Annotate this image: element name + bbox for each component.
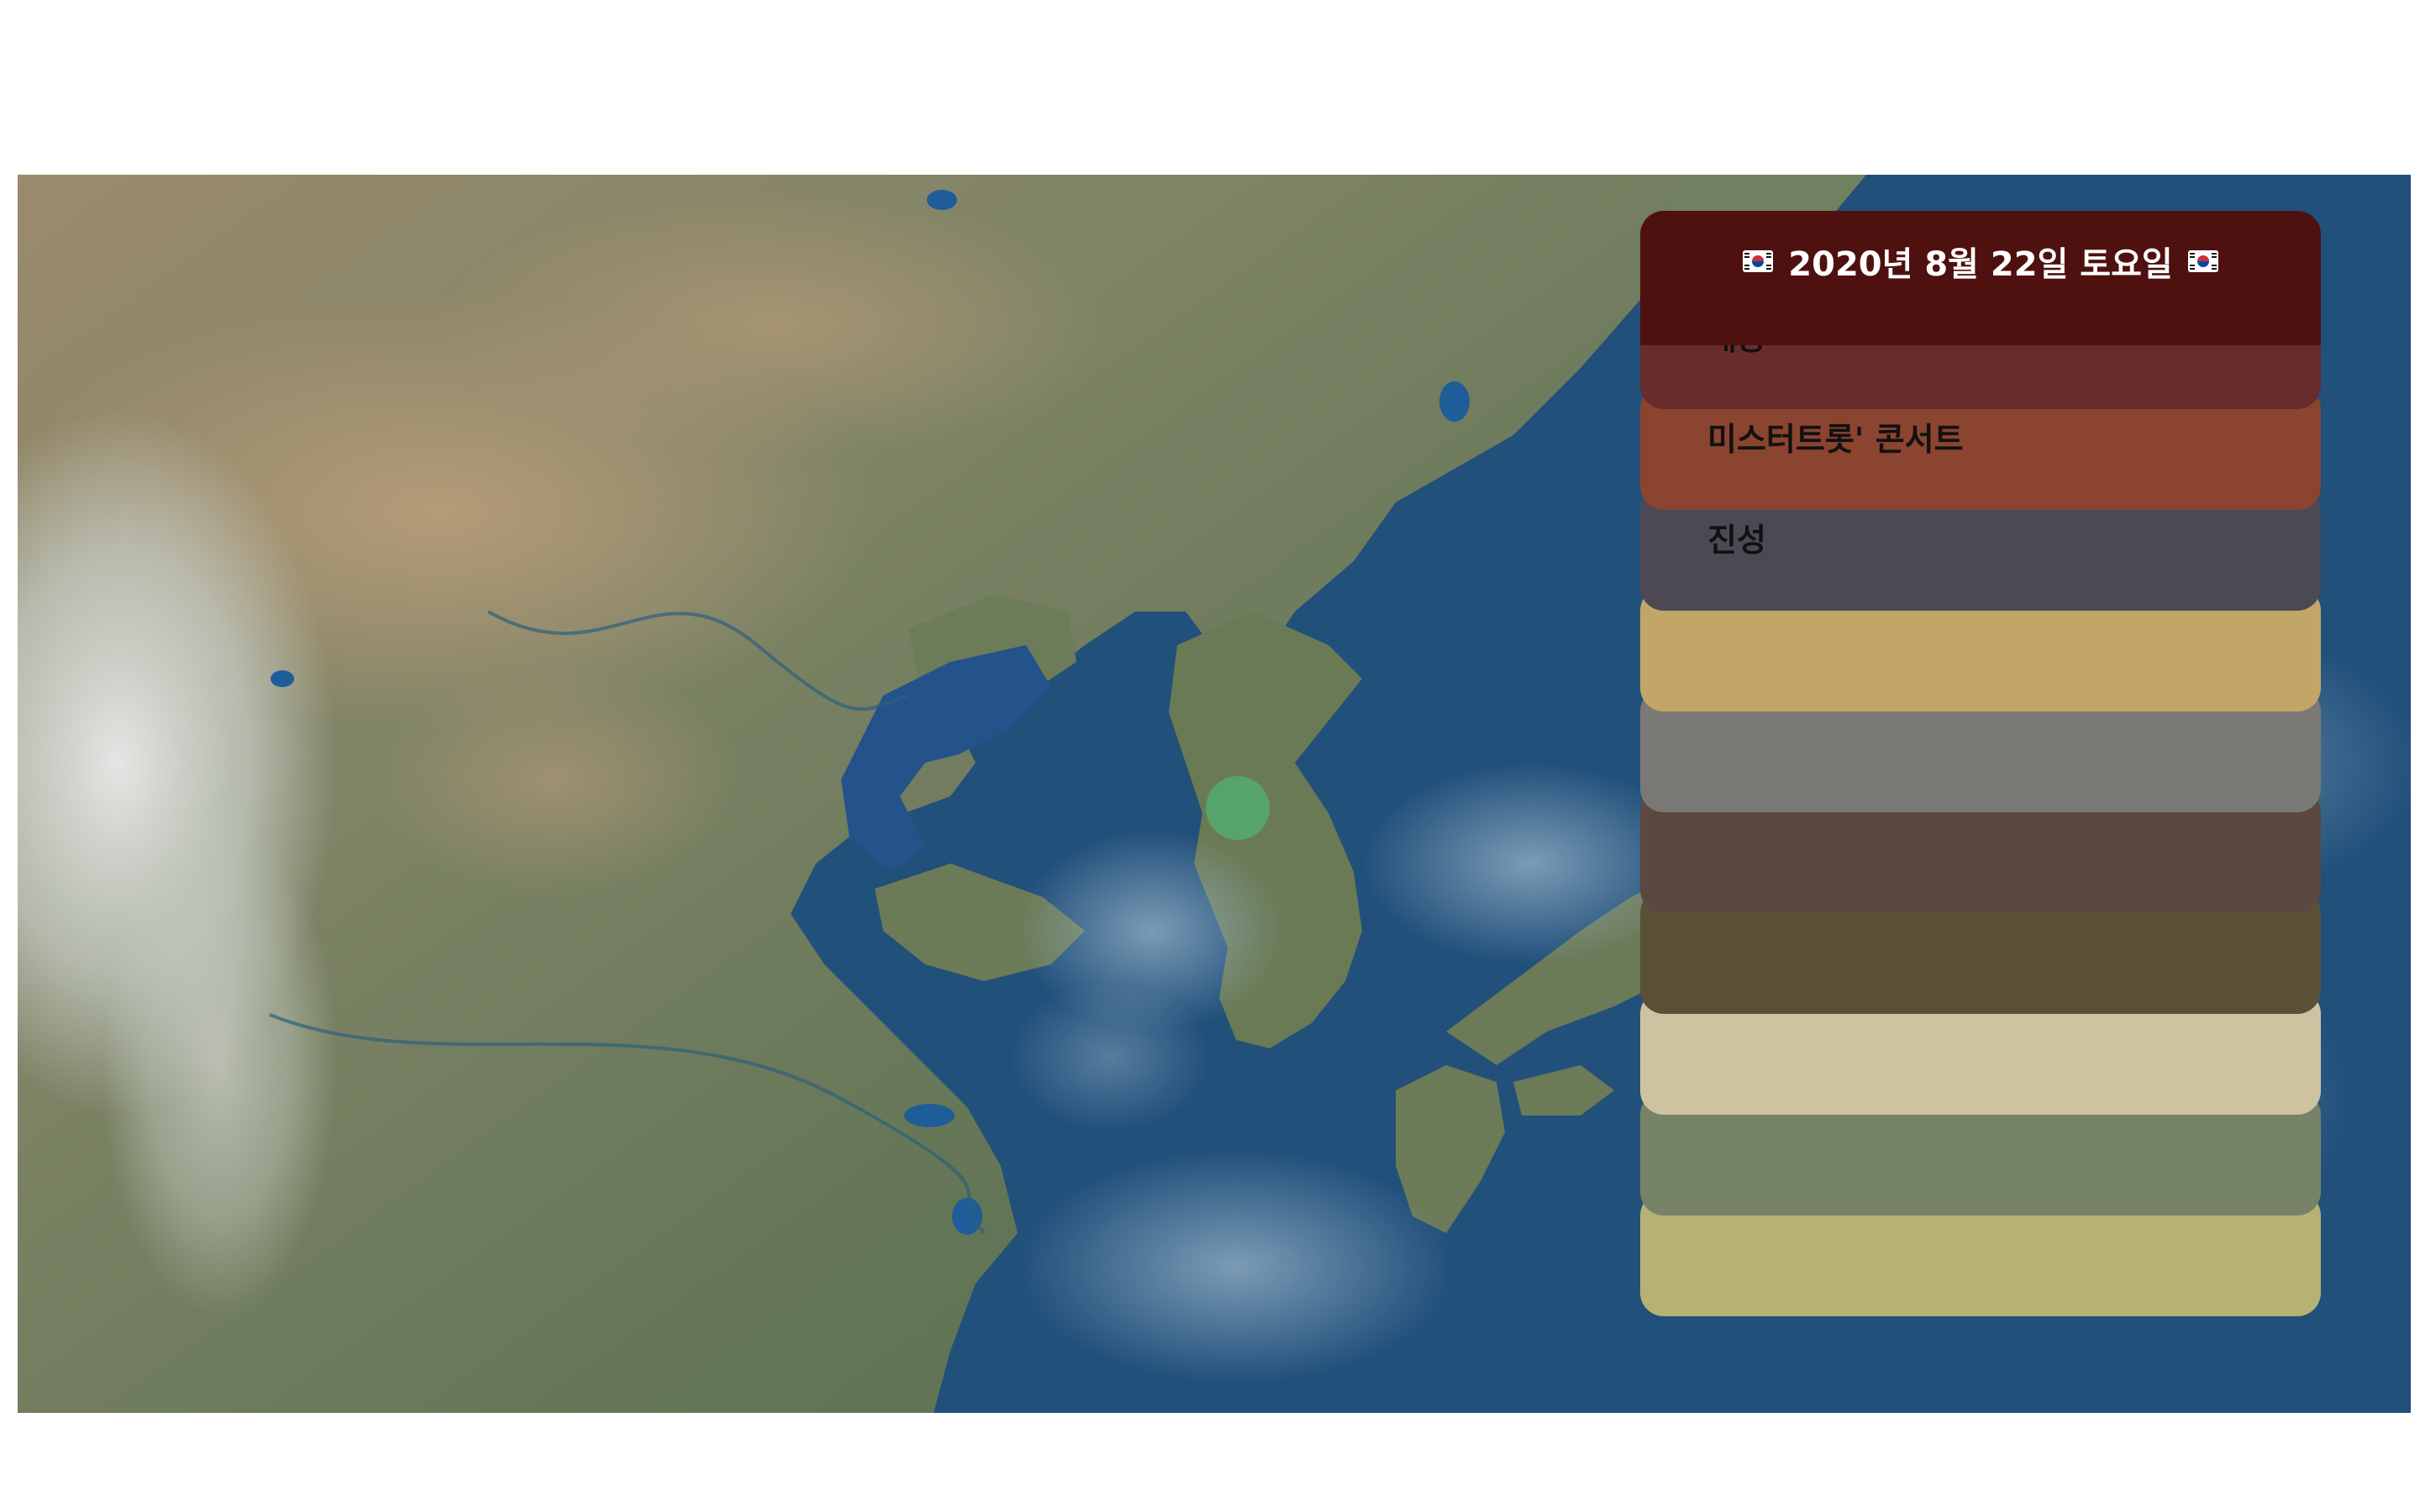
- korea-flag-icon: [1743, 250, 1774, 272]
- topic-label: 진성: [1707, 521, 1766, 559]
- location-marker[interactable]: [1206, 776, 1270, 840]
- korea-flag-icon: [2187, 250, 2218, 272]
- date-header: 2020년 8월 22일 토요일: [1640, 211, 2321, 345]
- trend-panel: 진성 미스터트롯' 콘서트 태풍 2020년 8월 22일 토요일: [1640, 211, 2321, 1316]
- map-view[interactable]: 진성 미스터트롯' 콘서트 태풍 2020년 8월 22일 토요일: [18, 175, 2411, 1413]
- topic-label: 미스터트롯' 콘서트: [1707, 420, 1964, 458]
- date-title: 2020년 8월 22일 토요일: [1788, 245, 2173, 284]
